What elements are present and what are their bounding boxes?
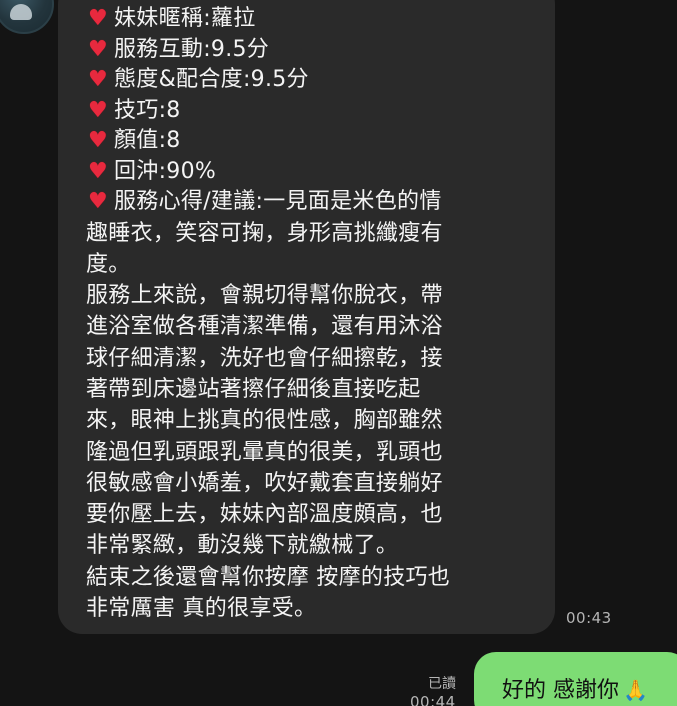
review-item-text: 回沖:90% [114, 158, 217, 184]
review-item: ♥ 態度&配合度:9.5分 [86, 65, 531, 96]
outgoing-message-text: 好的 感謝你 [502, 678, 619, 703]
praying-hands-icon: 🙏 [623, 678, 648, 702]
heart-icon: ♥ [87, 189, 109, 215]
review-item: ♥ 妹妹暱稱:蘿拉 [86, 4, 531, 35]
review-item-text: 技巧:8 [114, 97, 181, 123]
review-item-text: 態度&配合度:9.5分 [114, 67, 309, 93]
heart-icon: ♥ [87, 36, 109, 62]
heart-icon: ♥ [87, 158, 109, 184]
heart-icon: ♥ [87, 128, 109, 154]
review-item: ♥ 回沖:90% [86, 157, 531, 188]
review-paragraph: 趣睡衣，笑容可掬，身形高挑纖瘦有 度。 服務上來說，會親切得幫你脫衣，帶 進浴室… [86, 220, 451, 622]
read-receipt: 已讀 [428, 676, 456, 692]
outgoing-timestamp: 00:44 [410, 693, 456, 706]
heart-icon: ♥ [87, 6, 109, 32]
review-item: ♥ 技巧:8 [86, 96, 531, 127]
heart-icon: ♥ [87, 67, 109, 93]
incoming-message-bubble[interactable]: ♥ 妹妹暱稱:蘿拉 ♥ 服務互動:9.5分 ♥ 態度&配合度:9.5分 ♥ 技巧… [58, 0, 555, 634]
user-avatar-icon[interactable] [0, 0, 54, 34]
review-item-text: 顏值:8 [114, 128, 181, 154]
review-item-text: 妹妹暱稱:蘿拉 [114, 6, 256, 32]
review-item: ♥ 服務心得/建議:一見面是米色的情 [86, 187, 531, 218]
outgoing-message-bubble[interactable]: 好的 感謝你 🙏 [474, 652, 677, 706]
incoming-timestamp: 00:43 [566, 609, 612, 627]
review-item-text: 服務心得/建議:一見面是米色的情 [114, 189, 442, 215]
heart-icon: ♥ [87, 97, 109, 123]
review-item: ♥ 服務互動:9.5分 [86, 35, 531, 66]
chat-view: ♥ 妹妹暱稱:蘿拉 ♥ 服務互動:9.5分 ♥ 態度&配合度:9.5分 ♥ 技巧… [0, 0, 677, 706]
person-silhouette [10, 4, 32, 20]
review-item-text: 服務互動:9.5分 [114, 36, 270, 62]
review-item: ♥ 顏值:8 [86, 126, 531, 157]
